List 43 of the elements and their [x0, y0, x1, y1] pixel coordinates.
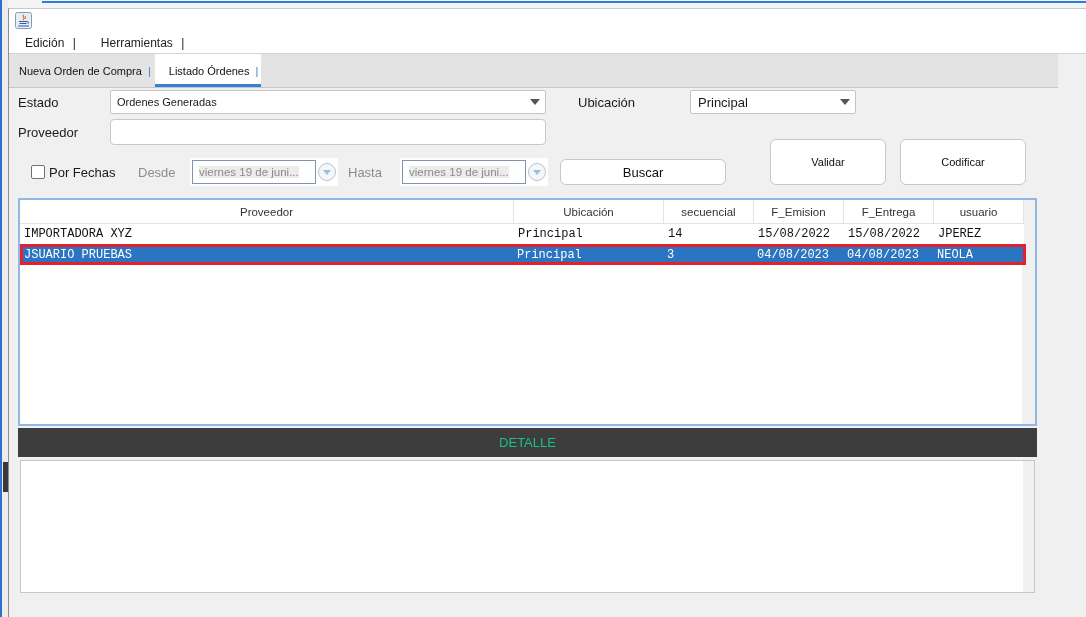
field-label: Proveedor [18, 124, 78, 140]
table-cell-text: 04/08/2023 [756, 247, 830, 262]
field-label: Por Fechas [49, 164, 116, 180]
coffee-cup-icon [15, 12, 32, 29]
table-cell-text: 14 [667, 226, 684, 243]
status-dropdown[interactable]: Ordenes Generadas [110, 90, 546, 114]
field-label: Desde [138, 164, 176, 180]
table-cell-text: 15/08/2022 [847, 226, 921, 243]
search-button[interactable]: Buscar [560, 159, 726, 185]
tab[interactable]: Listado Órdenes | [154, 54, 262, 87]
table-cell-text: 15/08/2022 [757, 226, 831, 243]
field-label: Ubicación [578, 94, 636, 110]
menu-item[interactable]: Edición | [25, 36, 76, 50]
menu-item[interactable]: Herramientas | [100, 36, 185, 50]
table-cell-text: JSUARIO PRUEBAS [23, 247, 134, 262]
checkbox[interactable] [31, 165, 45, 179]
table-cell-text: 3 [666, 247, 676, 262]
table-cell-text: NEOLA [936, 247, 974, 262]
column-header[interactable]: usuario [934, 200, 1024, 223]
column-header[interactable]: F_Emision [754, 200, 844, 223]
detail-header-bar: DETALLE [18, 428, 1037, 457]
column-header[interactable]: Proveedor [20, 200, 514, 223]
table-row[interactable]: JSUARIO PRUEBAS Principal 3 04/08/2023 04/08/2023 NEOLA [20, 244, 1026, 265]
column-header[interactable]: F_Entrega [844, 200, 934, 223]
validate-button[interactable]: Validar [770, 139, 886, 185]
table-cell-text: 04/08/2023 [846, 247, 920, 262]
table-cell-text: IMPORTADORA XYZ [23, 226, 134, 243]
field-label: Estado [18, 94, 59, 110]
field-label: Hasta [348, 164, 382, 180]
side-panel-edge [3, 462, 8, 492]
caret-icon [840, 99, 850, 105]
table-cell-text: Principal [517, 226, 584, 243]
caret-icon [530, 99, 540, 105]
caret-icon [323, 169, 331, 175]
encode-button[interactable]: Codificar [900, 139, 1026, 185]
supplier-input[interactable] [110, 119, 546, 145]
caret-icon [533, 169, 541, 175]
table-cell-text: Principal [516, 247, 583, 262]
column-header[interactable]: secuencial [664, 200, 754, 223]
location-dropdown[interactable]: Principal [690, 90, 856, 114]
column-header[interactable]: Ubicación [514, 200, 664, 223]
tab[interactable]: Nueva Orden de Compra | [9, 54, 154, 87]
table-cell-text: JPEREZ [937, 226, 983, 243]
